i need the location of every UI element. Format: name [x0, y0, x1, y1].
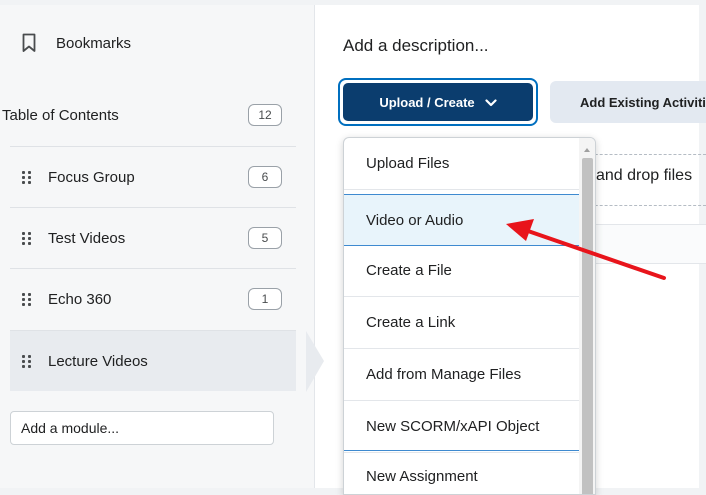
upload-create-button[interactable]: Upload / Create — [338, 78, 538, 126]
toc-label: Table of Contents — [2, 106, 119, 124]
add-existing-label: Add Existing Activities — [580, 94, 706, 110]
module-label: Focus Group — [48, 168, 135, 186]
menu-item-new-assignment[interactable]: New Assignment — [344, 450, 579, 494]
module-lecture-videos[interactable]: Lecture Videos — [10, 330, 324, 392]
drag-handle-icon[interactable] — [22, 291, 32, 307]
menu-item-new-scorm-xapi-object[interactable]: New SCORM/xAPI Object — [344, 401, 579, 453]
module-label: Test Videos — [48, 229, 126, 247]
bookmarks-label: Bookmarks — [56, 34, 132, 52]
description-field[interactable]: Add a description... — [343, 36, 489, 56]
sidebar: Bookmarks Table of Contents 12 Focus Gro… — [0, 5, 324, 488]
upload-create-menu: Upload Files Video or Audio Create a Fil… — [343, 137, 596, 495]
active-indicator — [306, 331, 324, 392]
menu-scrollbar-thumb[interactable] — [582, 158, 593, 494]
add-module-input[interactable]: Add a module... — [10, 411, 274, 445]
module-count-badge: 5 — [248, 227, 282, 249]
module-echo-360[interactable]: Echo 360 1 — [10, 268, 296, 329]
module-focus-group[interactable]: Focus Group 6 — [10, 146, 296, 207]
menu-item-create-a-link[interactable]: Create a Link — [344, 297, 579, 349]
drag-handle-icon[interactable] — [22, 169, 32, 185]
scroll-up-icon[interactable] — [584, 148, 590, 152]
module-label: Lecture Videos — [48, 352, 148, 370]
menu-item-add-from-manage-files[interactable]: Add from Manage Files — [344, 349, 579, 401]
table-of-contents[interactable]: Table of Contents 12 — [0, 85, 296, 145]
module-label: Echo 360 — [48, 290, 112, 308]
upload-create-label: Upload / Create — [379, 94, 475, 110]
upload-create-inner: Upload / Create — [343, 83, 533, 121]
menu-item-upload-files[interactable]: Upload Files — [344, 138, 579, 190]
drag-handle-icon[interactable] — [22, 230, 32, 246]
module-test-videos[interactable]: Test Videos 5 — [10, 207, 296, 268]
module-count-badge: 1 — [248, 288, 282, 310]
drop-hint-text: and drop files — [596, 167, 693, 184]
bookmarks-link[interactable]: Bookmarks — [22, 33, 131, 53]
module-count-badge: 6 — [248, 166, 282, 188]
chevron-down-icon — [475, 95, 497, 110]
bookmark-icon — [22, 33, 36, 53]
add-existing-activities-button[interactable]: Add Existing Activities — [550, 81, 706, 123]
drag-handle-icon[interactable] — [22, 353, 32, 369]
file-drop-zone[interactable]: and drop files — [580, 154, 706, 206]
toc-count-badge: 12 — [248, 104, 282, 126]
red-arrow-icon — [500, 210, 670, 295]
